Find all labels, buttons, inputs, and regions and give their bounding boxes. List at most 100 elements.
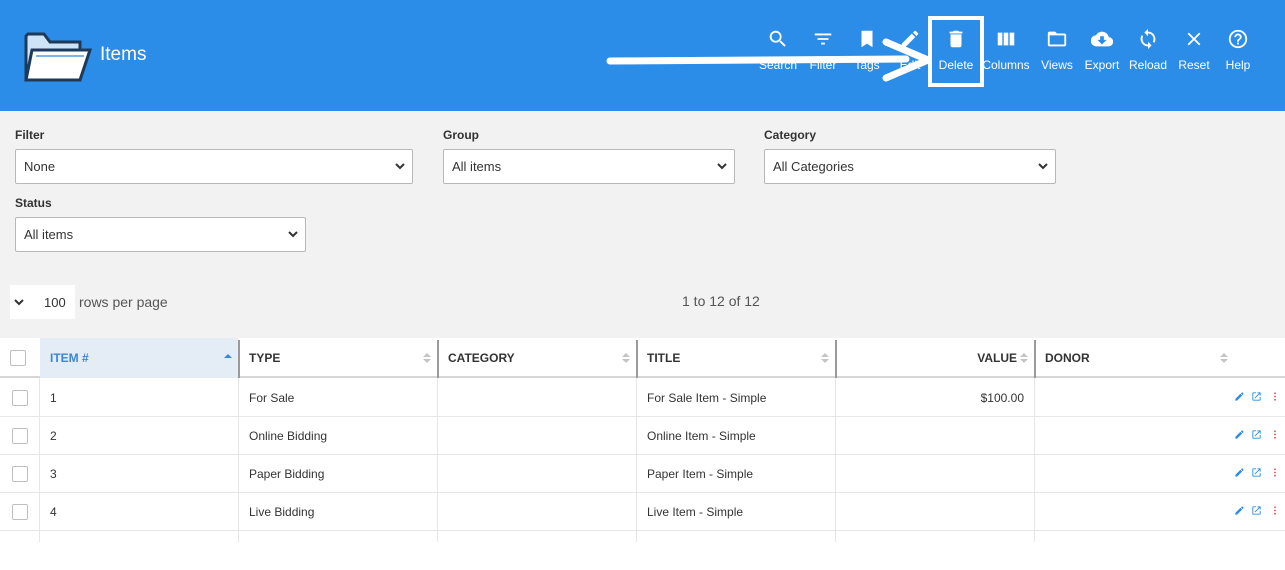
delete-highlight-box <box>928 16 984 87</box>
value-cell <box>837 493 1024 531</box>
chevron-down-icon <box>14 299 24 306</box>
columns-button[interactable]: Columns <box>982 28 1030 84</box>
sort-ascending-icon <box>224 354 232 358</box>
filter-select-value: None <box>24 159 56 174</box>
folder-icon <box>1047 31 1067 47</box>
type-cell: Live Bidding <box>249 505 315 519</box>
cloud-download-icon <box>1091 31 1113 47</box>
row-more-icon[interactable] <box>1270 505 1280 516</box>
pagination-range: 1 to 12 of 12 <box>682 293 760 309</box>
rows-per-page-value: 100 <box>44 295 66 310</box>
column-header-label: DONOR <box>1045 351 1090 365</box>
type-cell: For Sale <box>249 391 295 405</box>
reload-label: Reload <box>1128 58 1168 72</box>
sort-icon <box>622 353 630 363</box>
reset-label: Reset <box>1178 58 1210 72</box>
row-edit-pencil-icon[interactable] <box>1234 467 1245 478</box>
title-cell: Online Item - Simple <box>647 429 756 443</box>
column-header-type[interactable]: TYPE <box>240 338 437 378</box>
select-all-checkbox[interactable] <box>10 350 26 366</box>
rows-per-page-label: rows per page <box>79 294 168 310</box>
chevron-down-icon <box>395 163 405 170</box>
sort-icon <box>423 353 431 363</box>
column-header-label: VALUE <box>977 351 1017 365</box>
row-open-external-icon[interactable] <box>1251 429 1262 440</box>
column-header-item-number[interactable]: ITEM # <box>40 338 238 378</box>
views-label: Views <box>1041 58 1073 72</box>
row-checkbox[interactable] <box>12 504 28 520</box>
status-select-value: All items <box>24 227 74 242</box>
close-icon <box>1187 32 1201 46</box>
row-open-external-icon[interactable] <box>1251 391 1262 402</box>
table-row[interactable]: 2 Online Bidding Online Item - Simple <box>0 417 1285 455</box>
item-number-cell: 2 <box>50 429 57 443</box>
title-cell: For Sale Item - Simple <box>647 391 767 405</box>
row-edit-pencil-icon[interactable] <box>1234 429 1245 440</box>
sort-icon <box>821 353 829 363</box>
filter-panel: Filter None Group All items Category All… <box>0 111 1285 338</box>
filter-field-label: Filter <box>15 128 45 142</box>
row-edit-pencil-icon[interactable] <box>1234 391 1245 402</box>
table-row[interactable]: 1 For Sale For Sale Item - Simple $100.0… <box>0 379 1285 417</box>
item-number-cell: 3 <box>50 467 57 481</box>
table-row[interactable]: 4 Live Bidding Live Item - Simple <box>0 493 1285 531</box>
column-header-label: TITLE <box>647 351 681 365</box>
row-checkbox[interactable] <box>12 428 28 444</box>
row-open-external-icon[interactable] <box>1251 467 1262 478</box>
type-cell: Paper Bidding <box>249 467 325 481</box>
column-header-label: CATEGORY <box>448 351 515 365</box>
reload-button[interactable]: Reload <box>1128 28 1168 84</box>
rows-per-page-select[interactable]: 100 <box>10 285 75 319</box>
table-header: ITEM # TYPE CATEGORY TITLE VALUE DONOR <box>0 338 1285 378</box>
columns-label: Columns <box>982 58 1030 72</box>
chevron-down-icon <box>717 163 727 170</box>
page-title: Items <box>100 44 147 65</box>
value-cell <box>837 417 1024 455</box>
type-cell: Online Bidding <box>249 429 328 443</box>
row-more-icon[interactable] <box>1270 391 1280 402</box>
row-edit-pencil-icon[interactable] <box>1234 505 1245 516</box>
value-cell: $100.00 <box>980 391 1024 405</box>
reload-icon <box>1140 28 1156 50</box>
category-select-value: All Categories <box>773 159 854 174</box>
column-header-title[interactable]: TITLE <box>638 338 835 378</box>
sort-icon <box>1220 353 1228 363</box>
column-header-category[interactable]: CATEGORY <box>439 338 636 378</box>
group-select-value: All items <box>452 159 502 174</box>
column-header-label: TYPE <box>249 351 281 365</box>
table-row[interactable]: 3 Paper Bidding Paper Item - Simple <box>0 455 1285 493</box>
export-label: Export <box>1084 58 1120 72</box>
views-button[interactable]: Views <box>1038 28 1076 84</box>
row-checkbox[interactable] <box>12 466 28 482</box>
group-select[interactable]: All items <box>443 149 735 184</box>
item-number-cell: 1 <box>50 391 57 405</box>
open-folder-icon <box>24 32 92 82</box>
category-select[interactable]: All Categories <box>764 149 1056 184</box>
columns-icon <box>997 32 1015 46</box>
chevron-down-icon <box>288 231 298 238</box>
row-checkbox[interactable] <box>12 390 28 406</box>
help-icon <box>1228 29 1248 49</box>
chevron-down-icon <box>1038 163 1048 170</box>
export-button[interactable]: Export <box>1082 28 1122 84</box>
group-field-label: Group <box>443 128 479 142</box>
title-cell: Live Item - Simple <box>647 505 744 519</box>
app-header: Items Search Filter Tags Edit Delete Col… <box>0 0 1285 111</box>
row-open-external-icon[interactable] <box>1251 505 1262 516</box>
column-header-label: ITEM # <box>50 351 89 365</box>
filter-select[interactable]: None <box>15 149 413 184</box>
category-field-label: Category <box>764 128 817 142</box>
pointer-arrow-icon <box>606 38 932 82</box>
sort-icon <box>1020 353 1028 363</box>
status-field-label: Status <box>15 196 52 210</box>
item-number-cell: 4 <box>50 505 57 519</box>
column-header-donor[interactable]: DONOR <box>1036 338 1234 378</box>
help-label: Help <box>1225 58 1251 72</box>
column-header-value[interactable]: VALUE <box>837 338 1034 378</box>
row-more-icon[interactable] <box>1270 429 1280 440</box>
row-more-icon[interactable] <box>1270 467 1280 478</box>
title-cell: Paper Item - Simple <box>647 467 754 481</box>
help-button[interactable]: Help <box>1220 28 1256 84</box>
reset-button[interactable]: Reset <box>1176 28 1212 84</box>
status-select[interactable]: All items <box>15 217 306 252</box>
